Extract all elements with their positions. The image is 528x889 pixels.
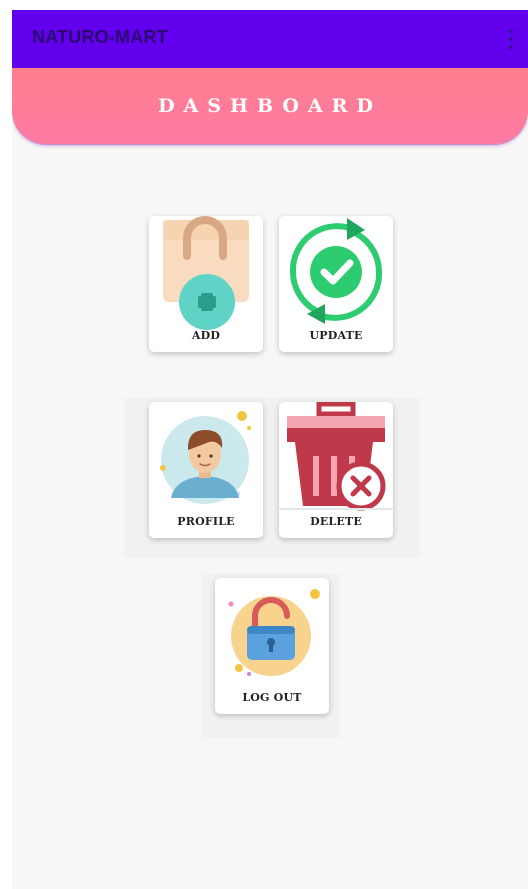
app-bar: NATURO-MART <box>12 10 528 68</box>
app-title: NATURO-MART <box>32 27 168 47</box>
add-tile[interactable]: ADD <box>149 216 263 352</box>
delete-tile[interactable]: DELETE <box>279 402 393 538</box>
delete-label: DELETE <box>310 515 362 528</box>
add-label: ADD <box>191 329 221 342</box>
update-label: UPDATE <box>309 329 363 342</box>
dashboard-title: DASHBOARD <box>158 95 382 117</box>
logout-tile[interactable]: LOG OUT <box>215 578 329 714</box>
dashboard-header: DASHBOARD <box>12 68 528 144</box>
update-tile[interactable]: UPDATE <box>279 216 393 352</box>
app-screen: NATURO-MART DASHBOARD ADD UPDATE PROFILE… <box>12 10 528 889</box>
profile-label: PROFILE <box>177 515 235 528</box>
logout-label: LOG OUT <box>242 691 302 704</box>
more-vert-icon[interactable] <box>504 26 518 52</box>
profile-tile[interactable]: PROFILE <box>149 402 263 538</box>
